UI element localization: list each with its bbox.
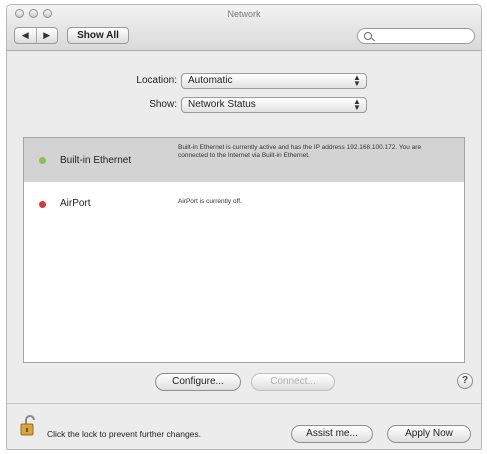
service-row-built-in-ethernet[interactable]: Built-in Ethernet Built-in Ethernet is c… (24, 138, 464, 182)
service-name: Built-in Ethernet (60, 155, 132, 166)
back-arrow-icon[interactable]: ◀ (15, 28, 36, 43)
configure-button[interactable]: Configure... (155, 373, 241, 391)
lock-icon[interactable] (20, 415, 38, 437)
popup-arrows-icon: ▲ ▼ (353, 97, 361, 112)
location-value: Automatic (188, 75, 233, 86)
service-description: Built-in Ethernet is currently active an… (178, 144, 422, 159)
connect-button: Connect... (251, 373, 335, 391)
search-icon (364, 32, 372, 40)
network-preferences-window: Network ◀ ▶ Show All Location: Automatic… (6, 4, 482, 450)
assist-me-button[interactable]: Assist me... (291, 425, 373, 443)
show-popup[interactable]: Network Status ▲ ▼ (181, 97, 367, 113)
show-label: Show: (149, 99, 177, 110)
status-dot-icon (39, 157, 46, 164)
apply-now-button[interactable]: Apply Now (387, 425, 471, 443)
show-value: Network Status (188, 99, 256, 110)
window-title: Network (227, 9, 261, 19)
search-field[interactable] (357, 28, 475, 44)
service-name: AirPort (60, 198, 91, 209)
lock-message: Click the lock to prevent further change… (47, 429, 202, 439)
show-row: Show: Network Status ▲ ▼ (7, 97, 481, 115)
popup-arrows-icon: ▲ ▼ (353, 73, 361, 88)
service-row-airport[interactable]: AirPort AirPort is currently off. (24, 182, 464, 226)
show-all-button[interactable]: Show All (67, 27, 129, 44)
title-bar: Network ◀ ▶ Show All (7, 5, 481, 51)
location-label: Location: (136, 75, 177, 86)
help-button[interactable]: ? (457, 373, 473, 389)
forward-arrow-icon[interactable]: ▶ (35, 28, 58, 43)
status-dot-icon (39, 201, 46, 208)
divider (7, 403, 481, 404)
location-row: Location: Automatic ▲ ▼ (7, 73, 481, 91)
location-popup[interactable]: Automatic ▲ ▼ (181, 73, 367, 89)
back-forward-control: ◀ ▶ (14, 27, 58, 44)
network-services-list: Built-in Ethernet Built-in Ethernet is c… (23, 137, 465, 363)
service-description: AirPort is currently off. (178, 198, 242, 205)
